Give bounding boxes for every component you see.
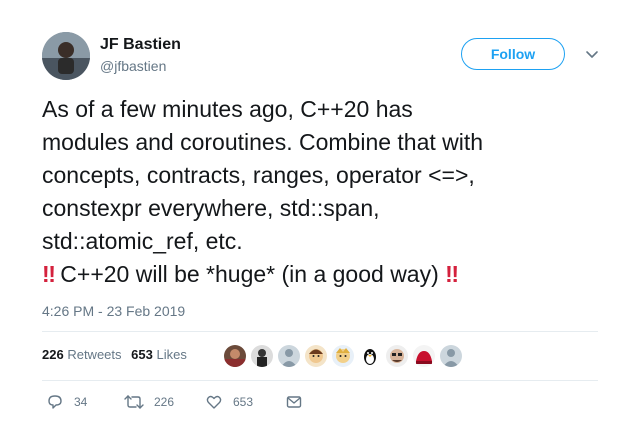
like-button[interactable]: 653	[205, 392, 253, 412]
tweet-line-emphasis: ‼ C++20 will be *huge* (in a good way) ‼	[42, 258, 602, 291]
double-exclamation-icon: ‼	[42, 261, 56, 287]
author-handle[interactable]: @jfbastien	[100, 58, 166, 74]
follow-button[interactable]: Follow	[461, 38, 565, 70]
heart-icon	[206, 395, 222, 409]
tweet-line: As of a few minutes ago, C++20 has	[42, 96, 413, 122]
author-name[interactable]: JF Bastien	[100, 36, 181, 54]
tweet-line: constexpr everywhere, std::span,	[42, 195, 380, 221]
liker-avatar[interactable]	[384, 343, 410, 369]
tweet-text: As of a few minutes ago, C++20 has modul…	[42, 93, 602, 291]
liker-avatar[interactable]	[438, 343, 464, 369]
tweet-line: modules and coroutines. Combine that wit…	[42, 129, 484, 155]
retweet-button[interactable]: 226	[124, 392, 174, 412]
reply-icon	[48, 395, 62, 409]
liker-avatar[interactable]	[276, 343, 302, 369]
emphasis-text: C++20 will be *huge* (in a good way)	[53, 261, 446, 287]
retweets-count: 226	[42, 347, 64, 362]
tweet-line: std::atomic_ref, etc.	[42, 228, 243, 254]
double-exclamation-icon: ‼	[445, 261, 459, 287]
liker-avatar[interactable]	[303, 343, 329, 369]
direct-message-button[interactable]	[285, 392, 303, 412]
engagement-stats: 226 Retweets 653 Likes	[42, 347, 193, 362]
retweet-icon	[124, 395, 144, 409]
liker-avatar[interactable]	[357, 343, 383, 369]
reply-count: 34	[74, 395, 88, 409]
liker-avatar[interactable]	[330, 343, 356, 369]
reply-button[interactable]: 34	[46, 392, 87, 412]
retweet-count: 226	[154, 395, 175, 409]
envelope-icon	[286, 396, 302, 408]
liker-avatar[interactable]	[411, 343, 437, 369]
likes-label: Likes	[156, 347, 187, 362]
tweet-line: concepts, contracts, ranges, operator <=…	[42, 162, 475, 188]
retweets-label: Retweets	[67, 347, 122, 362]
divider	[42, 331, 598, 332]
chevron-down-icon[interactable]	[584, 46, 600, 62]
likes-count: 653	[131, 347, 153, 362]
like-count: 653	[233, 395, 254, 409]
retweets-stat[interactable]: 226 Retweets	[42, 347, 122, 362]
liker-avatar[interactable]	[249, 343, 275, 369]
liker-avatar[interactable]	[222, 343, 248, 369]
tweet-timestamp[interactable]: 4:26 PM - 23 Feb 2019	[42, 303, 185, 319]
author-avatar[interactable]	[42, 32, 90, 80]
likes-stat[interactable]: 653 Likes	[131, 347, 187, 362]
divider	[42, 380, 598, 381]
